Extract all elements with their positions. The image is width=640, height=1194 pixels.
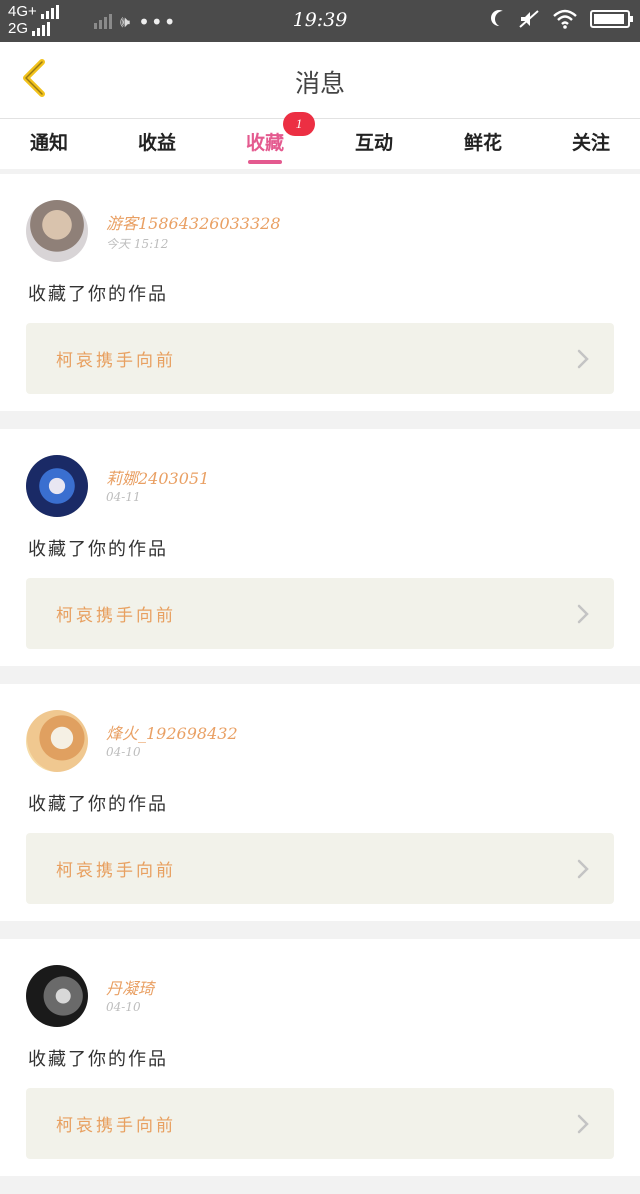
message-time: 04-11 — [106, 490, 141, 504]
message-action: 收藏了你的作品 — [28, 284, 168, 305]
work-link[interactable]: 柯哀携手向前 — [26, 833, 614, 904]
message-action: 收藏了你的作品 — [28, 539, 168, 560]
message-action: 收藏了你的作品 — [28, 794, 168, 815]
work-link[interactable]: 柯哀携手向前 — [26, 1088, 614, 1159]
nav-bar: 消息 — [0, 42, 640, 119]
tab-notifications[interactable]: 通知 — [9, 128, 89, 155]
message-username[interactable]: 莉娜2403051 — [106, 465, 209, 489]
muted-icon — [519, 10, 539, 28]
work-title: 柯哀携手向前 — [56, 606, 176, 626]
message-list: 游客15864326033328 今天 15:12 收藏了你的作品 柯哀携手向前… — [0, 174, 640, 1194]
tab-following[interactable]: 关注 — [551, 128, 631, 155]
chevron-right-icon — [577, 859, 589, 879]
message-card: 游客15864326033328 今天 15:12 收藏了你的作品 柯哀携手向前 — [0, 174, 640, 411]
work-title: 柯哀携手向前 — [56, 861, 176, 881]
tab-flowers[interactable]: 鲜花 — [443, 128, 523, 155]
moon-icon — [495, 11, 511, 27]
active-tab-indicator — [248, 160, 282, 164]
message-username[interactable]: 丹凝琦 — [106, 975, 154, 999]
page-title: 消息 — [294, 69, 345, 98]
message-time: 今天 15:12 — [106, 237, 169, 251]
avatar[interactable] — [26, 455, 88, 517]
message-action: 收藏了你的作品 — [28, 1049, 168, 1070]
favorites-badge: 1 — [283, 112, 315, 136]
message-card: 莉娜2403051 04-11 收藏了你的作品 柯哀携手向前 — [0, 429, 640, 666]
battery-icon — [590, 10, 633, 28]
work-title: 柯哀携手向前 — [56, 351, 176, 371]
message-time: 04-10 — [106, 1000, 141, 1014]
status-bar: 4G+ 2G 🕪 ••• 19:39 — [0, 0, 640, 42]
message-time: 04-10 — [106, 745, 141, 759]
chevron-right-icon — [577, 349, 589, 369]
message-card: 烽火_192698432 04-10 收藏了你的作品 柯哀携手向前 — [0, 684, 640, 921]
chevron-right-icon — [577, 1114, 589, 1134]
status-icons — [490, 9, 633, 29]
tab-bar: 通知 收益 收藏 互动 鲜花 关注 — [0, 119, 640, 169]
wifi-icon — [553, 9, 577, 29]
work-link[interactable]: 柯哀携手向前 — [26, 578, 614, 649]
message-username[interactable]: 烽火_192698432 — [106, 720, 238, 744]
work-link[interactable]: 柯哀携手向前 — [26, 323, 614, 394]
message-card: 丹凝琦 04-10 收藏了你的作品 柯哀携手向前 — [0, 939, 640, 1176]
message-username[interactable]: 游客15864326033328 — [106, 210, 281, 234]
tab-earnings[interactable]: 收益 — [117, 128, 197, 155]
chevron-right-icon — [577, 604, 589, 624]
battery-fill — [594, 14, 624, 24]
avatar[interactable] — [26, 710, 88, 772]
tab-interactions[interactable]: 互动 — [334, 128, 414, 155]
work-title: 柯哀携手向前 — [56, 1116, 176, 1136]
avatar[interactable] — [26, 965, 88, 1027]
avatar[interactable] — [26, 200, 88, 262]
